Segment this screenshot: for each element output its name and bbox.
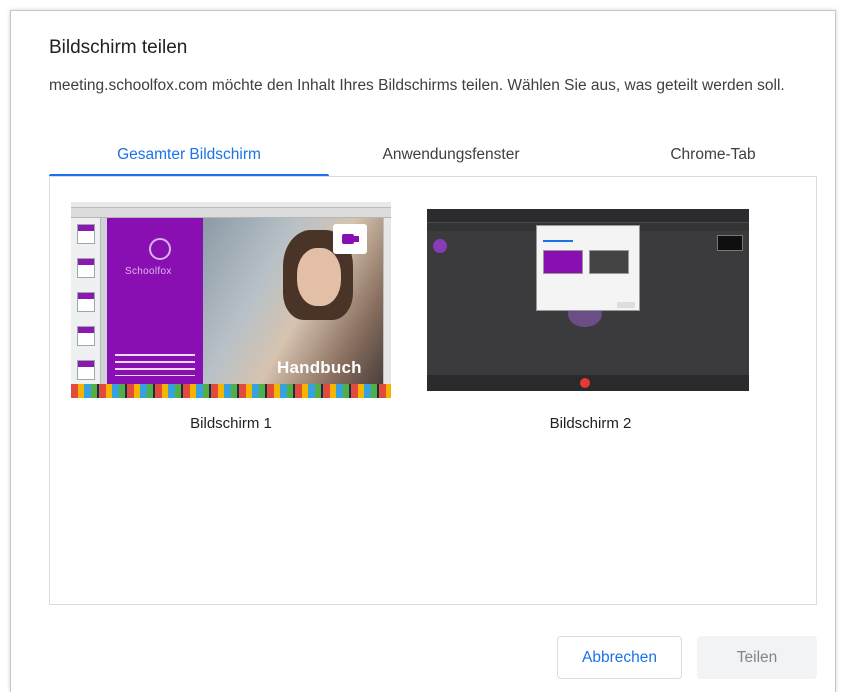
share-button[interactable]: Teilen [697, 636, 817, 679]
page-thumb [77, 258, 95, 278]
brand-text: Schoolfox [125, 266, 172, 277]
page-thumb [77, 224, 95, 244]
screen-2-label: Bildschirm 2 [549, 415, 632, 432]
screen-1-label: Bildschirm 1 [190, 415, 272, 432]
self-view-tile [717, 235, 743, 251]
nested-tab-indicator [543, 240, 573, 242]
fox-logo-icon [149, 238, 171, 260]
photo-person-face [297, 248, 341, 306]
document-scrollbar [383, 218, 391, 384]
page-thumb [77, 326, 95, 346]
screen-2-thumbnail[interactable] [427, 209, 749, 391]
tab-entire-screen[interactable]: Gesamter Bildschirm [49, 143, 329, 176]
document-toolbar [71, 208, 391, 218]
nested-share-dialog [536, 225, 640, 311]
hang-up-icon [580, 378, 590, 388]
dialog-title: Bildschirm teilen [49, 37, 188, 58]
video-camera-icon [333, 224, 367, 254]
page-thumbnail-sidebar [71, 218, 101, 384]
share-screen-dialog: Bildschirm teilen meeting.schoolfox.com … [10, 10, 836, 692]
screen-source-2[interactable]: Bildschirm 2 [427, 202, 754, 432]
cover-text-lines [115, 354, 195, 376]
cancel-button[interactable]: Abbrechen [557, 636, 682, 679]
dock-bar [71, 384, 391, 398]
tab-application-window[interactable]: Anwendungsfenster [329, 143, 573, 176]
nested-button [617, 302, 635, 308]
page-thumb [77, 360, 95, 380]
dialog-description: meeting.schoolfox.com möchte den Inhalt … [49, 77, 785, 94]
cover-headline: Handbuch [277, 358, 362, 377]
nested-thumbnail-1 [543, 250, 583, 274]
source-tabs: Gesamter Bildschirm Anwendungsfenster Ch… [49, 143, 817, 177]
browser-tab-strip [427, 209, 749, 223]
page-thumb [77, 292, 95, 312]
tab-chrome-tab[interactable]: Chrome-Tab [609, 143, 817, 176]
screen-source-1[interactable]: Schoolfox Handbuch Bildschirm 1 [71, 202, 391, 432]
participant-avatar-icon [433, 239, 447, 253]
dialog-footer: Abbrechen Teilen [11, 636, 837, 692]
nested-thumbnail-2 [589, 250, 629, 274]
screen-1-thumbnail[interactable]: Schoolfox Handbuch [71, 202, 391, 398]
source-list-panel: Schoolfox Handbuch Bildschirm 1 Bildschi… [49, 176, 817, 605]
